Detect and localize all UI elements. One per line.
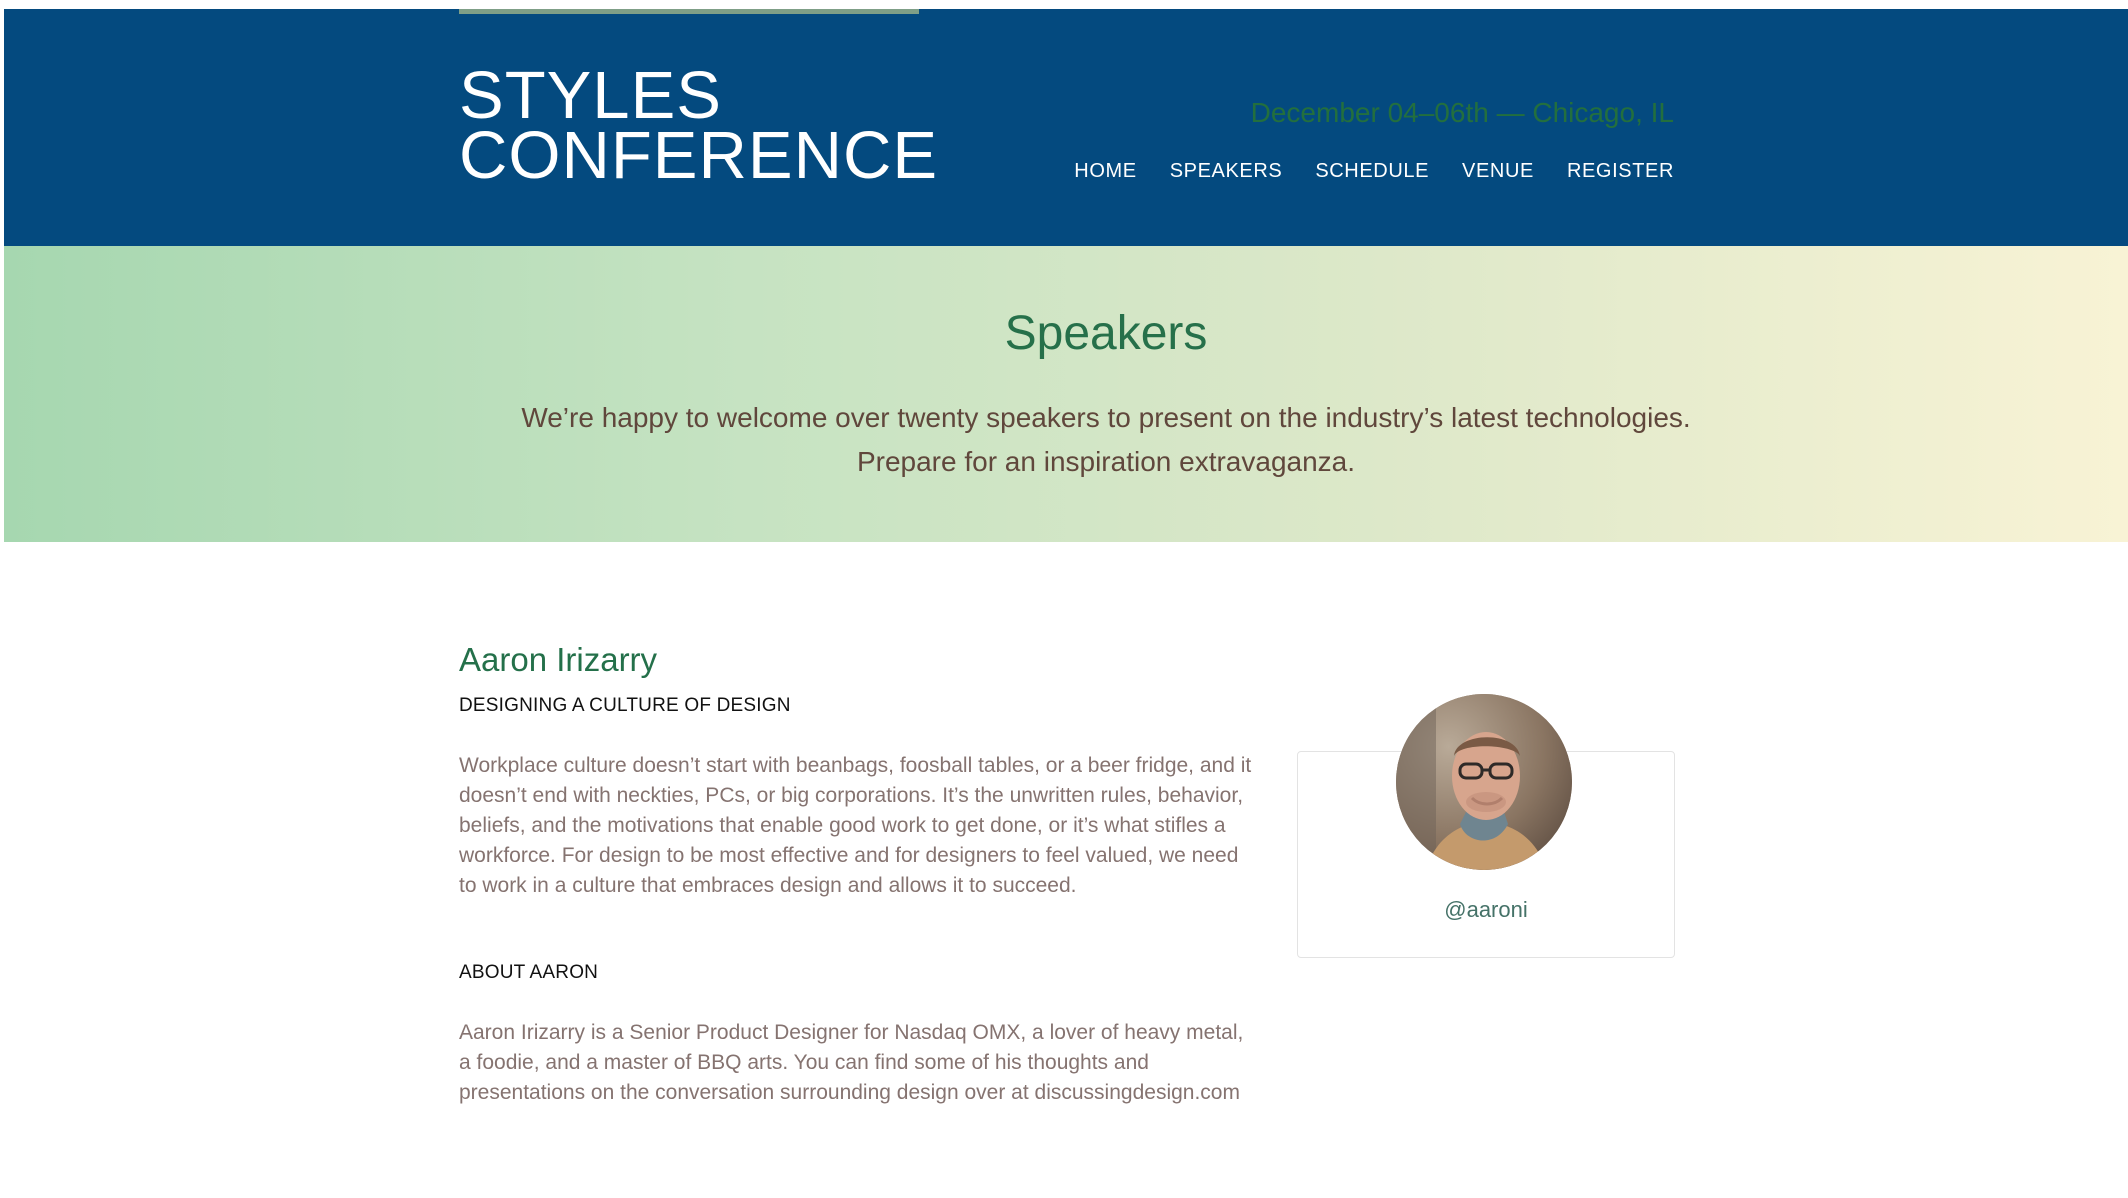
site-logo[interactable]: STYLES CONFERENCE	[459, 58, 939, 193]
page-title: Speakers	[1004, 307, 1208, 360]
talk-title: DESIGNING A CULTURE OF DESIGN	[459, 695, 791, 716]
hero-banner	[4, 246, 2128, 542]
hero-lead-line-2: Prepare for an inspiration extravaganza.	[856, 446, 1356, 477]
logo-line-2: CONFERENCE	[459, 118, 939, 193]
about-description: Aaron Irizarry is a Senior Product Desig…	[459, 1021, 1244, 1104]
event-tagline: December 04–06th — Chicago, IL	[1250, 97, 1674, 128]
nav-venue[interactable]: VENUE	[1462, 159, 1534, 183]
speaker-name: Aaron Irizarry	[459, 641, 658, 678]
page: STYLES CONFERENCE December 04–06th — Chi…	[0, 0, 2128, 1198]
nav-register[interactable]: REGISTER	[1567, 159, 1674, 183]
window-top-edge	[0, 0, 2128, 9]
avatar	[1396, 694, 1572, 870]
speaker-photo	[1396, 694, 1572, 870]
hero-lead-line-1: We’re happy to welcome over twenty speak…	[521, 402, 1691, 433]
about-heading: ABOUT AARON	[459, 962, 599, 983]
nav-speakers[interactable]: SPEAKERS	[1170, 159, 1283, 183]
logo-line-1: STYLES	[459, 58, 722, 133]
primary-nav: HOME SPEAKERS SCHEDULE VENUE REGISTER	[1074, 159, 1674, 183]
talk-description: Workplace culture doesn’t start with bea…	[459, 754, 1252, 897]
hero-lead: We’re happy to welcome over twenty speak…	[459, 396, 1753, 484]
nav-home[interactable]: HOME	[1074, 159, 1136, 183]
header-accent-bar	[459, 9, 919, 14]
nav-schedule[interactable]: SCHEDULE	[1315, 159, 1429, 183]
speaker-handle[interactable]: @aaroni	[1297, 895, 1675, 925]
site-header	[4, 9, 2128, 246]
